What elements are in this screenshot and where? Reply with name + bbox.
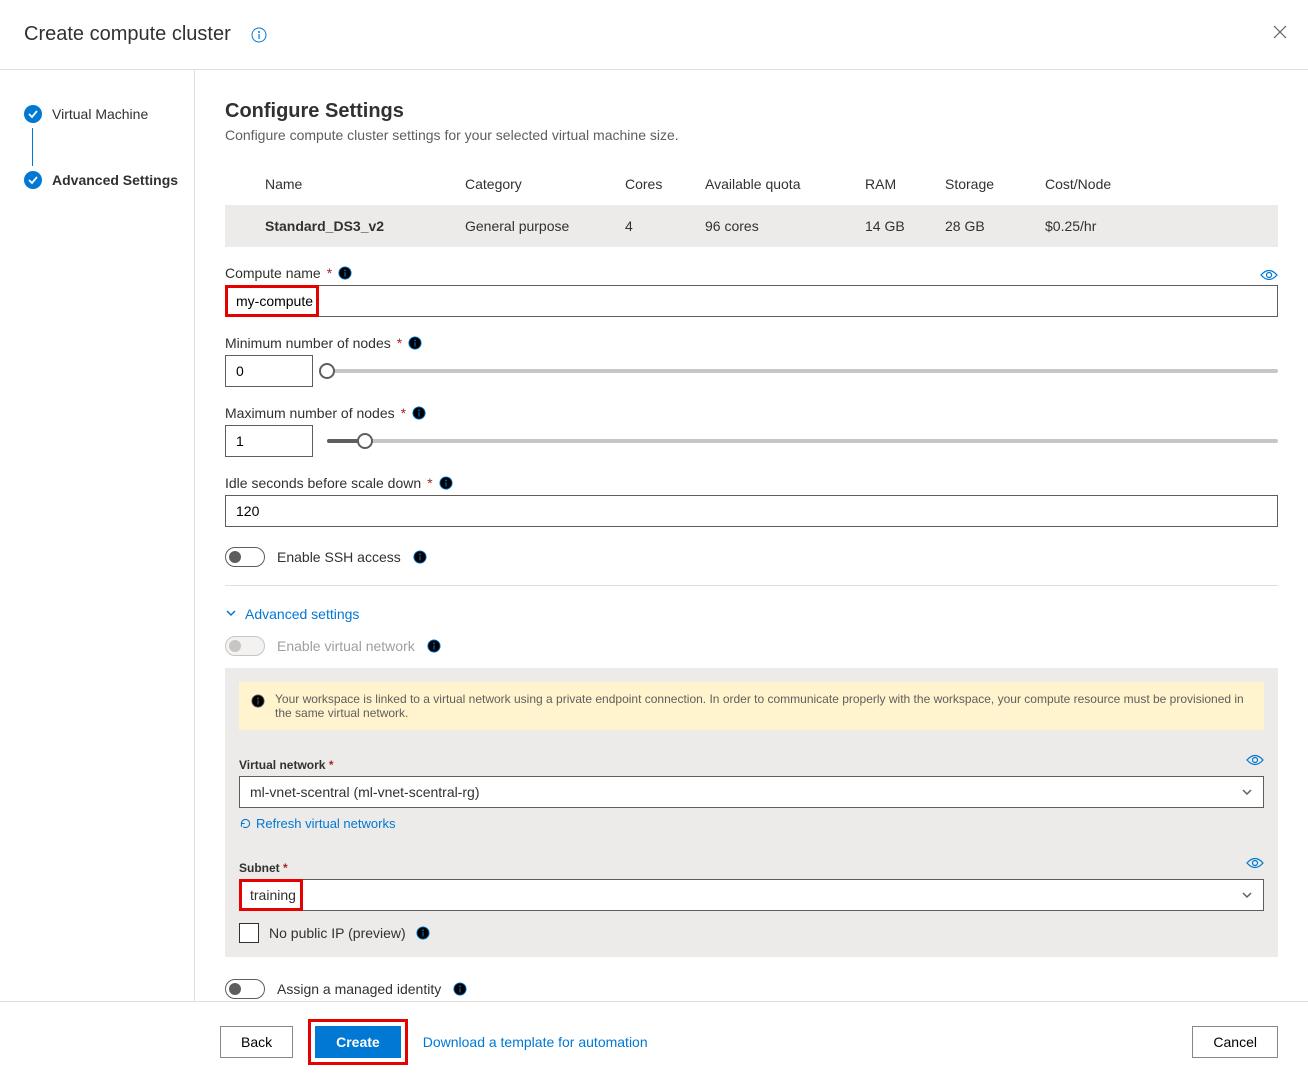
info-icon[interactable] xyxy=(439,476,453,490)
col-ram: RAM xyxy=(865,176,945,192)
no-public-ip-label: No public IP (preview) xyxy=(269,925,406,941)
col-cores: Cores xyxy=(625,176,705,192)
vm-storage: 28 GB xyxy=(945,218,1045,234)
col-cost: Cost/Node xyxy=(1045,176,1165,192)
vnet-label: Virtual network * xyxy=(239,758,333,772)
chevron-down-icon xyxy=(1241,889,1253,901)
info-icon[interactable] xyxy=(416,926,430,940)
vm-table-row: Standard_DS3_v2 General purpose 4 96 cor… xyxy=(225,205,1278,247)
compute-name-label: Compute name* xyxy=(225,265,352,281)
enable-vnet-label: Enable virtual network xyxy=(277,638,415,654)
info-icon[interactable] xyxy=(408,336,422,350)
refresh-icon xyxy=(239,817,252,830)
info-icon[interactable] xyxy=(338,266,352,280)
col-name: Name xyxy=(265,176,465,192)
title-info-icon[interactable] xyxy=(251,27,267,43)
enable-ssh-label: Enable SSH access xyxy=(277,549,401,565)
virtual-network-select[interactable]: ml-vnet-scentral (ml-vnet-scentral-rg) xyxy=(239,776,1264,808)
create-button[interactable]: Create xyxy=(315,1026,401,1058)
min-nodes-input[interactable] xyxy=(225,355,313,387)
max-nodes-label: Maximum number of nodes* xyxy=(225,405,1278,421)
compute-name-input[interactable] xyxy=(225,285,1278,317)
min-nodes-label: Minimum number of nodes* xyxy=(225,335,1278,351)
chevron-down-icon xyxy=(1241,786,1253,798)
separator xyxy=(225,585,1278,586)
refresh-vnets-link[interactable]: Refresh virtual networks xyxy=(239,816,395,831)
min-nodes-slider[interactable] xyxy=(327,369,1278,373)
wizard-steps: Virtual Machine Advanced Settings xyxy=(0,70,195,1001)
info-banner: Your workspace is linked to a virtual ne… xyxy=(239,682,1264,730)
col-category: Category xyxy=(465,176,625,192)
check-icon xyxy=(24,171,42,189)
step-advanced-settings[interactable]: Advanced Settings xyxy=(24,171,194,189)
create-compute-dialog: Create compute cluster Virtual Machine A… xyxy=(0,0,1308,1081)
no-public-ip-checkbox[interactable] xyxy=(239,923,259,943)
enable-vnet-toggle xyxy=(225,636,265,656)
subnet-label: Subnet * xyxy=(239,861,288,875)
managed-identity-toggle[interactable] xyxy=(225,979,265,999)
dialog-header: Create compute cluster xyxy=(0,0,1308,70)
step-connector xyxy=(32,128,33,166)
vm-cost: $0.25/hr xyxy=(1045,218,1165,234)
vm-table-header: Name Category Cores Available quota RAM … xyxy=(225,163,1278,205)
preview-eye-icon[interactable] xyxy=(1260,268,1278,282)
max-nodes-slider[interactable] xyxy=(327,439,1278,443)
managed-identity-label: Assign a managed identity xyxy=(277,981,441,997)
banner-text: Your workspace is linked to a virtual ne… xyxy=(275,692,1252,720)
preview-eye-icon[interactable] xyxy=(1246,753,1264,767)
col-quota: Available quota xyxy=(705,176,865,192)
download-template-link[interactable]: Download a template for automation xyxy=(423,1034,648,1050)
cancel-button[interactable]: Cancel xyxy=(1192,1026,1278,1058)
step-virtual-machine[interactable]: Virtual Machine xyxy=(24,105,194,123)
dialog-title: Create compute cluster xyxy=(24,23,231,46)
advanced-settings-toggle[interactable]: Advanced settings xyxy=(225,606,1278,622)
check-icon xyxy=(24,105,42,123)
vm-quota: 96 cores xyxy=(705,218,865,234)
info-icon xyxy=(251,694,265,708)
subnet-select[interactable]: training xyxy=(239,879,1264,911)
vm-name: Standard_DS3_v2 xyxy=(265,218,465,234)
info-icon[interactable] xyxy=(453,982,467,996)
step-adv-label: Advanced Settings xyxy=(52,172,178,188)
idle-seconds-label: Idle seconds before scale down* xyxy=(225,475,1278,491)
dialog-footer: Back Create Download a template for auto… xyxy=(0,1001,1308,1081)
enable-ssh-toggle[interactable] xyxy=(225,547,265,567)
info-icon[interactable] xyxy=(427,639,441,653)
info-icon[interactable] xyxy=(412,406,426,420)
col-storage: Storage xyxy=(945,176,1045,192)
back-button[interactable]: Back xyxy=(220,1026,293,1058)
highlight-annotation: Create xyxy=(311,1022,405,1062)
vnet-value: ml-vnet-scentral (ml-vnet-scentral-rg) xyxy=(250,784,479,800)
section-subtitle: Configure compute cluster settings for y… xyxy=(225,127,1278,143)
vnet-panel: Your workspace is linked to a virtual ne… xyxy=(225,668,1278,957)
close-icon[interactable] xyxy=(1272,24,1288,45)
max-nodes-input[interactable] xyxy=(225,425,313,457)
idle-seconds-input[interactable] xyxy=(225,495,1278,527)
preview-eye-icon[interactable] xyxy=(1246,856,1264,870)
vm-cores: 4 xyxy=(625,218,705,234)
info-icon[interactable] xyxy=(413,550,427,564)
vm-ram: 14 GB xyxy=(865,218,945,234)
main-panel: Configure Settings Configure compute clu… xyxy=(195,70,1308,1001)
vm-category: General purpose xyxy=(465,218,625,234)
step-vm-label: Virtual Machine xyxy=(52,106,148,122)
section-title: Configure Settings xyxy=(225,100,1278,123)
subnet-value: training xyxy=(250,887,296,903)
chevron-down-icon xyxy=(225,606,237,622)
